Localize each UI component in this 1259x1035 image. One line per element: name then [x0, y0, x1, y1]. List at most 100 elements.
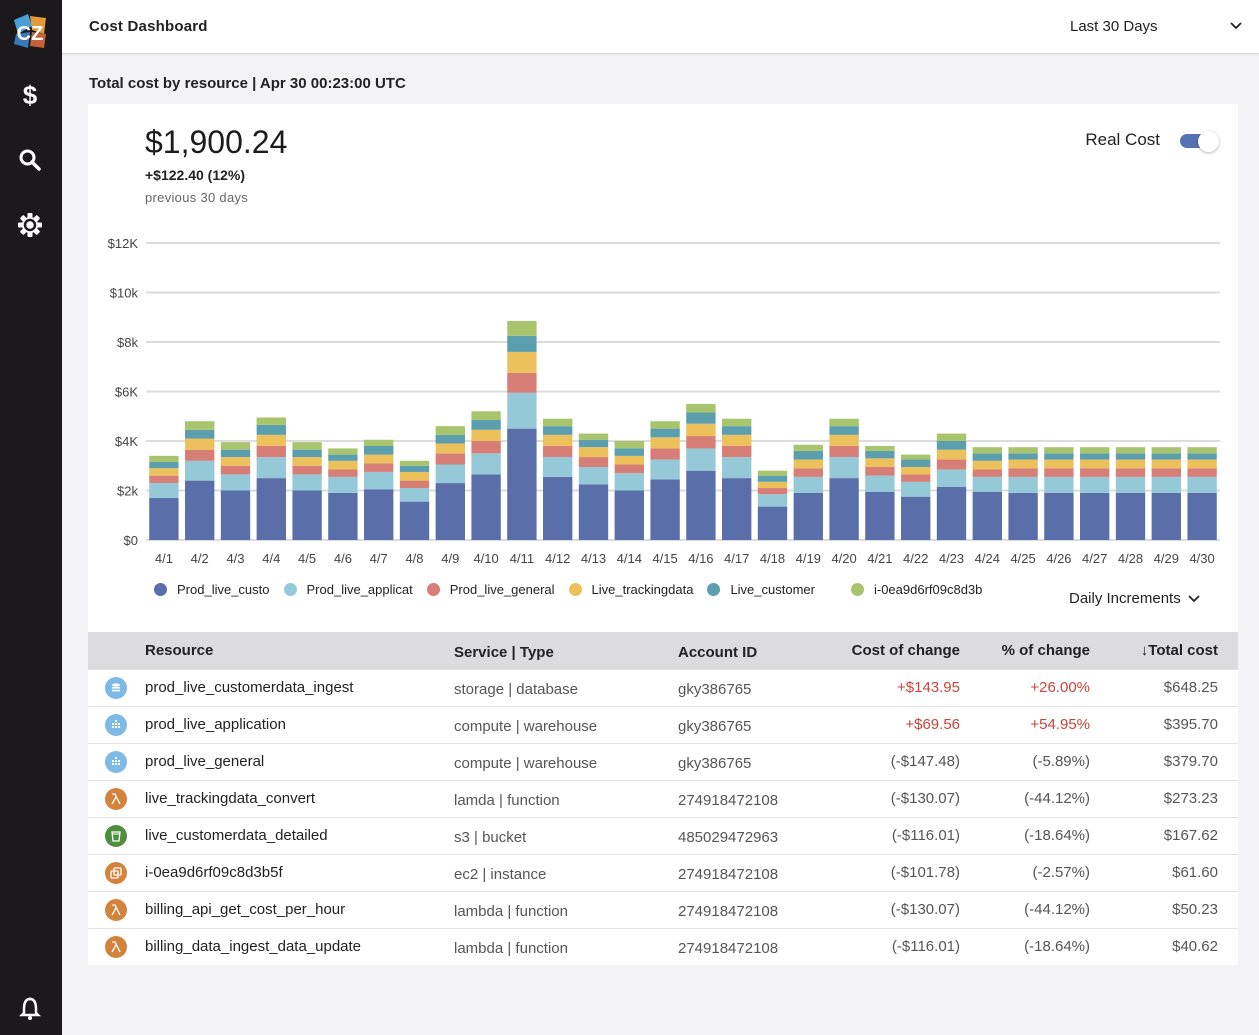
x-tick-label: 4/10: [473, 551, 498, 566]
bar-segment: [435, 483, 465, 540]
x-tick-label: 4/29: [1154, 551, 1179, 566]
legend-dot-icon: [850, 583, 864, 596]
legend-item[interactable]: Prod_live_custo: [154, 582, 270, 597]
legend-label: i-0ea9d6rf09c8d3b: [873, 582, 983, 597]
column-header-cost-change[interactable]: Cost of change: [826, 632, 960, 669]
x-tick-label: 4/14: [617, 551, 642, 566]
bar-segment: [1044, 453, 1074, 460]
x-tick-label: 4/1: [155, 551, 173, 566]
bar-segment: [471, 419, 501, 430]
table-row[interactable]: prod_live_customerdata_ingest storage | …: [88, 668, 1238, 706]
x-tick-label: 4/12: [545, 551, 570, 566]
legend-item[interactable]: Prod_live_general: [426, 582, 555, 597]
column-header-total-cost[interactable]: ↓Total cost: [1090, 632, 1238, 669]
service-type: compute | warehouse: [454, 705, 678, 743]
bar-segment: [471, 411, 501, 420]
resource-name[interactable]: prod_live_customerdata_ingest: [145, 668, 454, 706]
bar-segment: [543, 426, 573, 435]
bar-segment: [972, 453, 1002, 461]
table-header-row: Resource Service | Type Account ID Cost …: [88, 632, 1238, 669]
bar-segment: [1080, 492, 1110, 540]
resource-name[interactable]: billing_data_ingest_data_update: [145, 927, 454, 965]
legend-label: Prod_live_applicat: [306, 582, 413, 597]
bar-segment: [1115, 453, 1146, 460]
column-header-account[interactable]: Account ID: [678, 632, 826, 669]
bar-segment: [1115, 447, 1146, 454]
column-header-pct-change[interactable]: % of change: [960, 632, 1090, 669]
legend-item[interactable]: Live_customer: [707, 582, 815, 597]
bar-segment: [757, 506, 788, 540]
bar-segment: [578, 484, 609, 540]
bar-segment: [650, 459, 680, 480]
service-type: s3 | bucket: [454, 816, 678, 854]
table-row[interactable]: prod_live_general compute | warehouse gk…: [88, 742, 1238, 780]
bar-segment: [686, 423, 716, 437]
bar-segment: [650, 437, 680, 449]
date-range-label: Last 30 Days: [1070, 18, 1158, 35]
column-header-service[interactable]: Service | Type: [454, 632, 678, 669]
instance-icon: [105, 861, 127, 884]
bar-segment: [1044, 492, 1074, 540]
logo[interactable]: CZ: [10, 12, 50, 52]
chevron-down-icon: [1188, 594, 1200, 602]
bar-segment: [972, 469, 1002, 477]
x-tick-label: 4/9: [441, 551, 459, 566]
bar-segment: [793, 492, 823, 540]
x-tick-label: 4/13: [581, 551, 606, 566]
bar-segment: [256, 434, 286, 446]
bell-icon[interactable]: [14, 993, 46, 1025]
bar-segment: [364, 489, 394, 540]
service-type: lambda | function: [454, 890, 678, 928]
total-cost-cell: $648.25: [1090, 668, 1238, 706]
resource-name[interactable]: i-0ea9d6rf09c8d3b5f: [145, 853, 454, 891]
search-icon[interactable]: [14, 144, 46, 176]
total-cost-cell: $395.70: [1090, 705, 1238, 743]
legend-item[interactable]: Live_trackingdata: [568, 582, 694, 597]
bar-segment: [185, 449, 215, 461]
bar-segment: [1151, 476, 1181, 493]
bar-segment: [936, 449, 967, 460]
bar-segment: [650, 421, 680, 429]
bar-segment: [220, 442, 251, 450]
table-row[interactable]: billing_api_get_cost_per_hour lambda | f…: [88, 890, 1238, 928]
bar-segment: [829, 426, 859, 435]
y-tick-label: $10k: [110, 286, 139, 301]
bar-segment: [220, 474, 251, 491]
resource-name[interactable]: prod_live_application: [145, 705, 454, 743]
date-range-dropdown[interactable]: Last 30 Days: [1067, 10, 1247, 44]
bar-segment: [328, 492, 358, 540]
column-header-resource[interactable]: Resource: [145, 632, 454, 669]
cost-of-change: +$69.56: [826, 705, 960, 743]
bar-segment: [936, 469, 967, 487]
bar-segment: [757, 475, 788, 482]
increments-dropdown[interactable]: Daily Increments: [1069, 590, 1201, 607]
dollar-icon[interactable]: $: [14, 79, 46, 111]
bar-segment: [220, 449, 251, 458]
table-row[interactable]: live_customerdata_detailed s3 | bucket 4…: [88, 816, 1238, 854]
bar-segment: [364, 463, 394, 472]
bar-segment: [292, 449, 322, 458]
cost-of-change: (-$147.48): [826, 742, 960, 780]
bar-segment: [722, 457, 752, 479]
table-row[interactable]: prod_live_application compute | warehous…: [88, 705, 1238, 743]
resource-name[interactable]: prod_live_general: [145, 742, 454, 780]
y-tick-label: $6K: [115, 385, 138, 400]
bar-segment: [328, 454, 358, 461]
bar-segment: [1008, 468, 1038, 477]
bar-segment: [256, 457, 286, 479]
bar-segment: [399, 460, 430, 466]
bar-segment: [972, 491, 1002, 540]
bar-segment: [901, 496, 931, 540]
table-row[interactable]: billing_data_ingest_data_update lambda |…: [88, 927, 1238, 965]
bar-segment: [399, 465, 430, 472]
resource-name[interactable]: live_trackingdata_convert: [145, 779, 454, 817]
legend-item[interactable]: i-0ea9d6rf09c8d3b: [850, 582, 983, 597]
gear-icon[interactable]: [14, 209, 46, 241]
resource-name[interactable]: billing_api_get_cost_per_hour: [145, 890, 454, 928]
legend-item[interactable]: Prod_live_applicat: [283, 582, 413, 597]
legend-label: Live_trackingdata: [591, 582, 694, 597]
table-row[interactable]: live_trackingdata_convert lamda | functi…: [88, 779, 1238, 817]
table-row[interactable]: i-0ea9d6rf09c8d3b5f ec2 | instance 27491…: [88, 853, 1238, 891]
bar-segment: [1080, 453, 1110, 460]
resource-name[interactable]: live_customerdata_detailed: [145, 816, 454, 854]
